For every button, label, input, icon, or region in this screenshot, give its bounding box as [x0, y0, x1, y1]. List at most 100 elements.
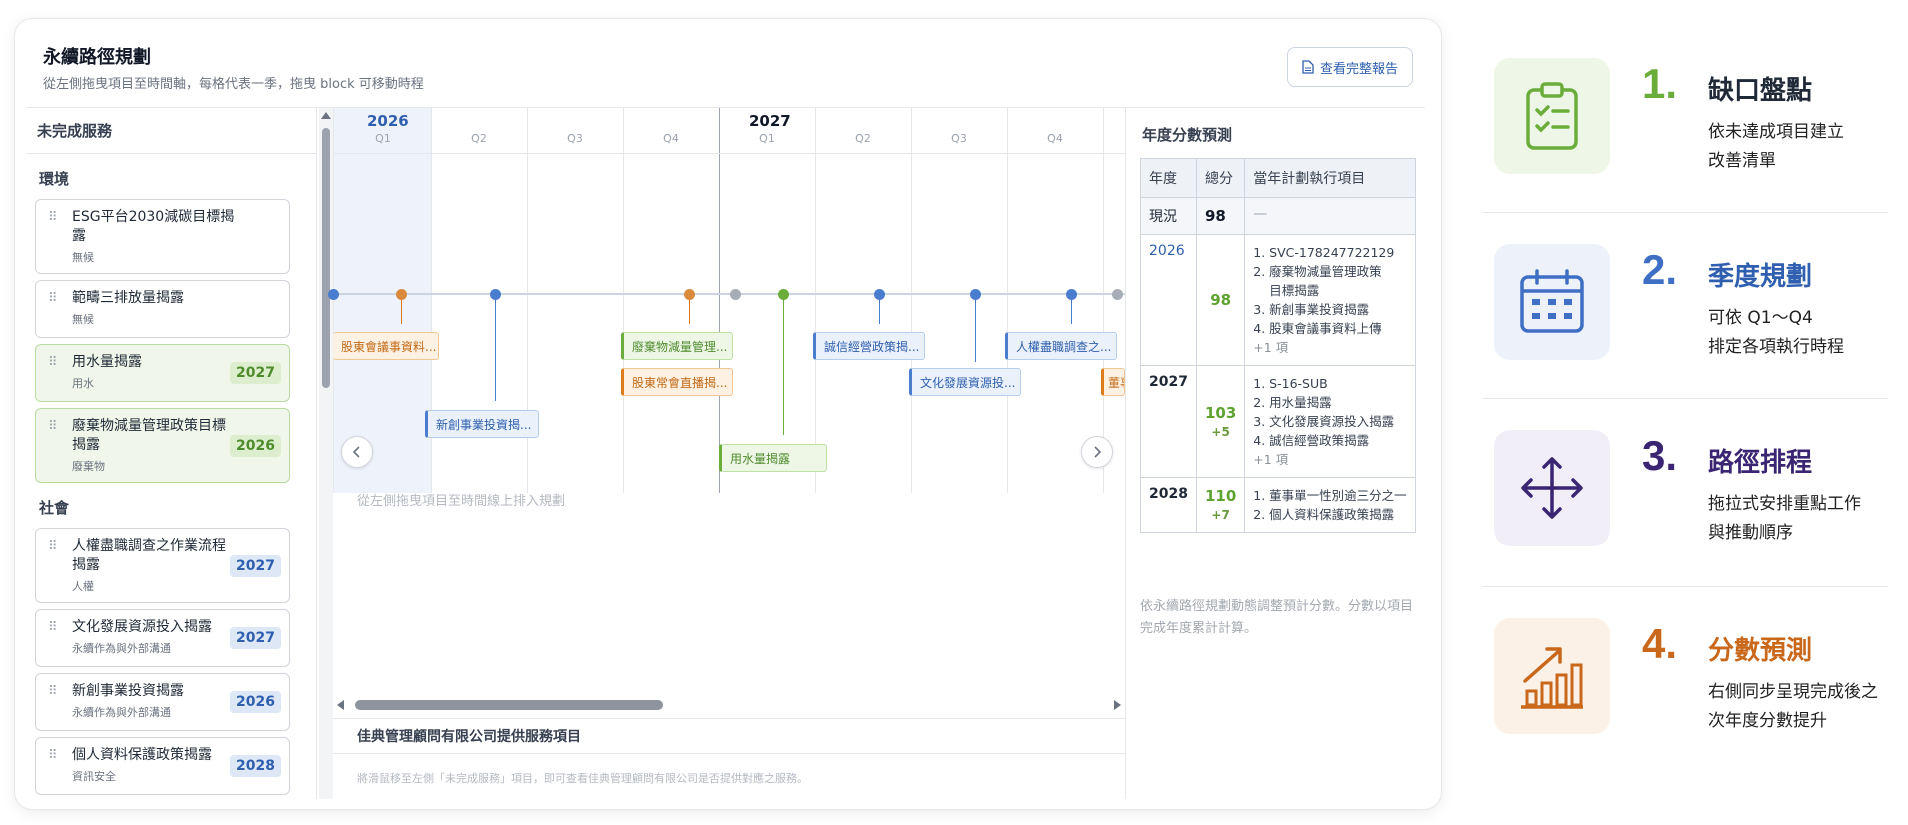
- quarter-column[interactable]: [623, 108, 719, 493]
- quarter-column[interactable]: [1103, 108, 1125, 493]
- scroll-up-arrow-icon[interactable]: [321, 112, 331, 119]
- timeline-next-button[interactable]: [1081, 436, 1113, 468]
- year-cell: 2026: [1140, 234, 1197, 366]
- year-label: 2026: [367, 112, 409, 130]
- timeline-block[interactable]: 新創事業投資揭...: [425, 410, 539, 438]
- plan-more[interactable]: +1 項: [1253, 338, 1406, 357]
- score-delta: +5: [1211, 424, 1230, 439]
- left-scroll-thumb[interactable]: [322, 128, 330, 388]
- service-item[interactable]: ⠿ 文化發展資源投入揭露 永續作為與外部溝通 2027: [35, 609, 290, 667]
- timeline-block[interactable]: 用水量揭露: [719, 444, 827, 472]
- quarter-label: Q1: [375, 132, 391, 145]
- timeline-scroll-thumb[interactable]: [355, 700, 663, 710]
- quarter-column[interactable]: [333, 108, 431, 493]
- service-item[interactable]: ⠿ 廢棄物減量管理政策目標揭露 廢棄物 2026: [35, 408, 290, 483]
- left-scrollbar[interactable]: [319, 108, 333, 799]
- provider-hint: 將滑鼠移至左側「未完成服務」項目，即可查看佳典管理顧問有限公司是否提供對應之服務…: [357, 772, 808, 785]
- score-cell: 98: [1195, 234, 1246, 366]
- score-forecast-title: 年度分數預測: [1142, 126, 1233, 144]
- score-value: 110: [1204, 487, 1237, 505]
- quarter-column[interactable]: [719, 108, 815, 493]
- quarter-column[interactable]: [911, 108, 1007, 493]
- feature-icon-box: [1494, 430, 1610, 546]
- quarter-label: Q2: [471, 132, 487, 145]
- timeline-prev-button[interactable]: [341, 436, 373, 468]
- timeline-marker[interactable]: [777, 288, 789, 300]
- year-badge: 2027: [230, 627, 281, 649]
- timeline-marker[interactable]: [873, 288, 885, 300]
- feature-number: 2.: [1642, 246, 1678, 293]
- timeline-block[interactable]: 文化發展資源投...: [909, 368, 1021, 396]
- drag-handle-icon[interactable]: ⠿: [48, 210, 57, 225]
- drag-handle-icon[interactable]: ⠿: [48, 355, 57, 370]
- quarter-label: Q2: [855, 132, 871, 145]
- quarter-column[interactable]: [815, 108, 911, 493]
- quarter-column[interactable]: [527, 108, 623, 493]
- feature-icon-box: [1494, 244, 1610, 360]
- quarter-label: Q4: [1047, 132, 1063, 145]
- table-row: 2026 98 1. SVC-178247722129 2. 廢棄物減量管理政策…: [1140, 234, 1416, 366]
- quarter-column[interactable]: [1007, 108, 1103, 493]
- feature-title: 缺口盤點: [1708, 76, 1813, 106]
- timeline-marker[interactable]: [683, 288, 695, 300]
- scroll-left-arrow-icon[interactable]: [337, 700, 344, 710]
- plan-item: 2. 個人資料保護政策揭露: [1253, 507, 1395, 522]
- drag-handle-icon[interactable]: ⠿: [48, 620, 57, 635]
- timeline-block[interactable]: 股東常會直播揭...: [621, 368, 733, 396]
- timeline-marker[interactable]: [1111, 288, 1123, 300]
- timeline-marker[interactable]: [729, 288, 741, 300]
- timeline-block[interactable]: 誠信經營政策揭...: [813, 332, 925, 360]
- timeline-marker[interactable]: [489, 288, 501, 300]
- feature-description: 可依 Q1～Q4 排定各項執行時程: [1708, 304, 1844, 362]
- marker-stem: [783, 294, 784, 435]
- timeline-marker[interactable]: [969, 288, 981, 300]
- timeline-block[interactable]: 董事: [1101, 368, 1125, 396]
- timeline-scrollbar[interactable]: [333, 698, 1125, 712]
- col-header: 總分: [1195, 158, 1246, 198]
- service-item[interactable]: ⠿ 範疇三排放量揭露 無候: [35, 280, 290, 338]
- drag-handle-icon[interactable]: ⠿: [48, 539, 57, 554]
- plan-cell: —: [1244, 197, 1416, 235]
- service-category: 無候: [72, 313, 94, 326]
- service-item[interactable]: ⠿ ESG平台2030減碳目標揭露 無候: [35, 199, 290, 274]
- year-cell: 2028: [1140, 477, 1197, 533]
- divider: [1482, 586, 1888, 587]
- marker-stem: [975, 294, 976, 362]
- timeline-marker[interactable]: [1065, 288, 1077, 300]
- service-item[interactable]: ⠿ 個人資料保護政策揭露 資訊安全 2028: [35, 737, 290, 795]
- divider: [1482, 212, 1888, 213]
- col-header: 當年計劃執行項目: [1244, 158, 1416, 198]
- score-cell: 103 +5: [1195, 365, 1246, 478]
- service-item[interactable]: ⠿ 人權盡職調查之作業流程揭露 人權 2027: [35, 528, 290, 603]
- move-arrows-icon: [1521, 457, 1583, 519]
- clipboard-check-icon: [1526, 82, 1578, 150]
- timeline-block[interactable]: 廢棄物減量管理...: [621, 332, 733, 360]
- timeline-block[interactable]: 人權盡職調查之...: [1005, 332, 1117, 360]
- timeline-block[interactable]: 股東會議事資料...: [333, 332, 439, 360]
- drag-handle-icon[interactable]: ⠿: [48, 419, 57, 434]
- drag-handle-icon[interactable]: ⠿: [48, 748, 57, 763]
- quarter-label: Q3: [951, 132, 967, 145]
- quarter-label: Q4: [663, 132, 679, 145]
- service-category: 無候: [72, 251, 94, 264]
- feature-number: 1.: [1642, 60, 1678, 107]
- timeline-area[interactable]: 2026 2027 Q1 Q2 Q3 Q4 Q1 Q2 Q3 Q4 股東會議事資…: [327, 108, 1125, 800]
- plan-item: 3. 新創事業投資揭露: [1253, 302, 1370, 317]
- year-cell: 2027: [1140, 365, 1197, 478]
- drag-handle-icon[interactable]: ⠿: [48, 684, 57, 699]
- service-category: 永續作為與外部溝通: [72, 706, 171, 719]
- feature-desc-line: 改善清單: [1708, 151, 1776, 171]
- drag-handle-icon[interactable]: ⠿: [48, 291, 57, 306]
- feature-desc-line: 次年度分數提升: [1708, 711, 1827, 731]
- view-report-button[interactable]: 查看完整報告: [1286, 47, 1413, 87]
- service-item[interactable]: ⠿ 用水量揭露 用水 2027: [35, 344, 290, 402]
- scroll-right-arrow-icon[interactable]: [1114, 700, 1121, 710]
- service-item[interactable]: ⠿ 新創事業投資揭露 永續作為與外部溝通 2026: [35, 673, 290, 731]
- feature-desc-line: 與推動順序: [1708, 523, 1793, 543]
- timeline-marker[interactable]: [327, 288, 339, 300]
- view-report-label: 查看完整報告: [1319, 61, 1398, 77]
- timeline-marker[interactable]: [395, 288, 407, 300]
- score-value: 98: [1210, 291, 1232, 309]
- plan-more[interactable]: +1 項: [1253, 450, 1406, 469]
- calendar-icon: [1520, 269, 1584, 333]
